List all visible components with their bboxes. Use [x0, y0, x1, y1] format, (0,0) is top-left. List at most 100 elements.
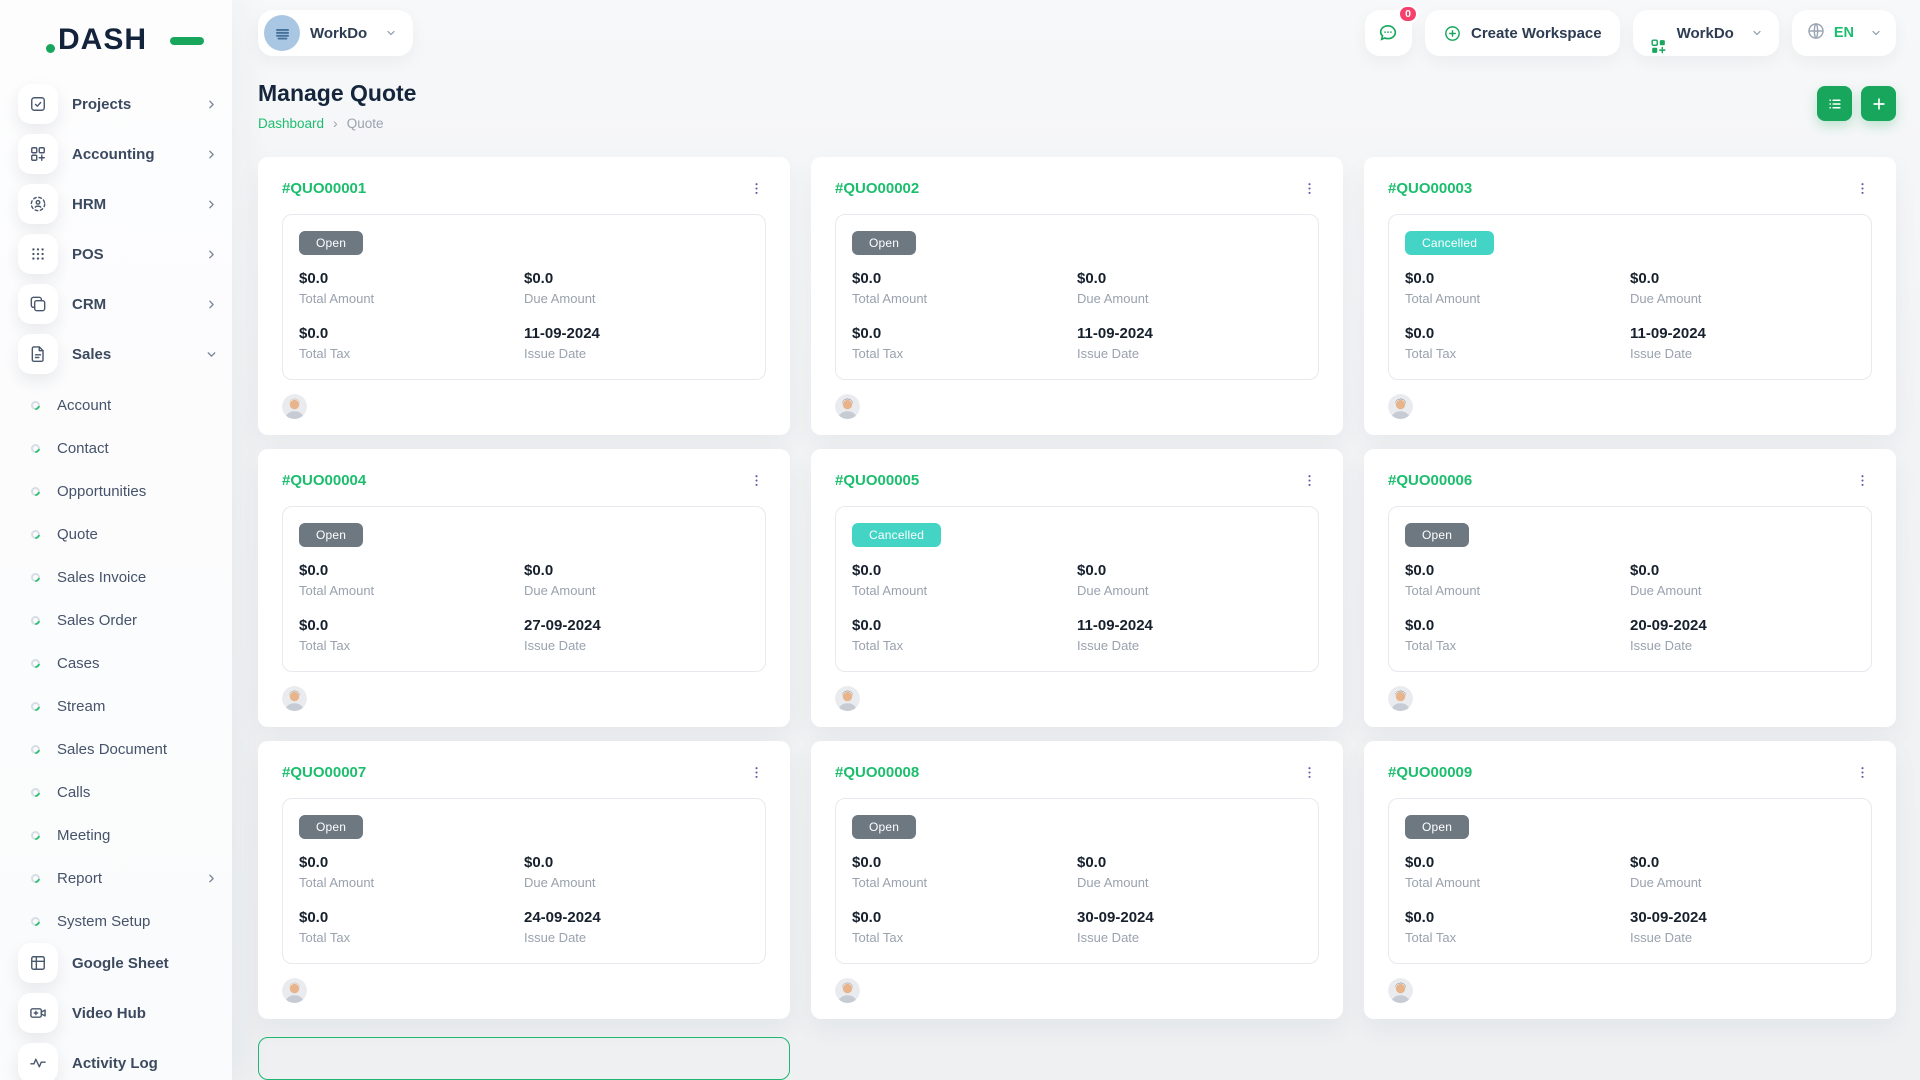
- total-tax-value: $0.0: [852, 617, 1077, 634]
- sidebar-item-meeting[interactable]: Meeting: [18, 814, 232, 857]
- quote-id-link[interactable]: #QUO00006: [1388, 472, 1472, 489]
- sidebar-item-contact[interactable]: Contact: [18, 427, 232, 470]
- quote-card: #QUO00005 Cancelled $0.0 Total Amount $0…: [811, 449, 1343, 727]
- kebab-menu-icon[interactable]: [747, 763, 766, 782]
- chevron-right-icon: [205, 98, 218, 111]
- avatar[interactable]: [282, 978, 307, 1003]
- add-quote-button[interactable]: [1861, 86, 1896, 121]
- issue-date-label: Issue Date: [1077, 930, 1302, 945]
- sidebar-item-cases[interactable]: Cases: [18, 642, 232, 685]
- due-amount-label: Due Amount: [1077, 291, 1302, 306]
- sidebar-item-sales-document[interactable]: Sales Document: [18, 728, 232, 771]
- total-tax-value: $0.0: [852, 325, 1077, 342]
- breadcrumb-separator-icon: ›: [333, 115, 338, 131]
- sidebar-item-sales-invoice[interactable]: Sales Invoice: [18, 556, 232, 599]
- total-amount-label: Total Amount: [1405, 583, 1630, 598]
- app-root: DASH Projects Accounting HRM POS CRM Sal…: [0, 0, 1920, 1080]
- bullet-icon: [29, 786, 42, 799]
- sidebar-item-label: Video Hub: [72, 1005, 146, 1022]
- avatar[interactable]: [282, 394, 307, 419]
- messages-button[interactable]: 0: [1365, 10, 1412, 56]
- due-amount-value: $0.0: [1077, 270, 1302, 287]
- crm-icon: [18, 284, 58, 324]
- list-view-button[interactable]: [1817, 86, 1852, 121]
- sales-icon: [18, 334, 58, 374]
- workspace-switcher[interactable]: WorkDo: [258, 10, 413, 56]
- total-tax-label: Total Tax: [1405, 930, 1630, 945]
- kebab-menu-icon[interactable]: [1300, 763, 1319, 782]
- avatar[interactable]: [1388, 978, 1413, 1003]
- quote-id-link[interactable]: #QUO00004: [282, 472, 366, 489]
- sidebar-item-activity-log[interactable]: Activity Log: [18, 1043, 232, 1080]
- app-switcher-label: WorkDo: [1677, 25, 1734, 42]
- status-badge: Open: [1405, 815, 1469, 839]
- quote-card: #QUO00002 Open $0.0 Total Amount $0.0 Du…: [811, 157, 1343, 435]
- sidebar-item-video-hub[interactable]: Video Hub: [18, 993, 232, 1033]
- topbar: WorkDo 0: [258, 10, 1896, 56]
- chevron-right-icon: [205, 198, 218, 211]
- avatar[interactable]: [1388, 394, 1413, 419]
- kebab-menu-icon[interactable]: [747, 471, 766, 490]
- create-workspace-button[interactable]: Create Workspace: [1425, 10, 1620, 56]
- quote-id-link[interactable]: #QUO00001: [282, 180, 366, 197]
- chat-icon: [1377, 22, 1399, 44]
- kebab-menu-icon[interactable]: [1853, 763, 1872, 782]
- sidebar-item-opportunities[interactable]: Opportunities: [18, 470, 232, 513]
- kebab-menu-icon[interactable]: [747, 179, 766, 198]
- app-switcher[interactable]: WorkDo: [1633, 10, 1779, 56]
- quote-id-link[interactable]: #QUO00003: [1388, 180, 1472, 197]
- total-tax-label: Total Tax: [299, 930, 524, 945]
- quote-id-link[interactable]: #QUO00009: [1388, 764, 1472, 781]
- language-selector[interactable]: EN: [1792, 10, 1896, 56]
- breadcrumb-dashboard-link[interactable]: Dashboard: [258, 116, 324, 131]
- sidebar-item-crm[interactable]: CRM: [18, 284, 232, 324]
- sidebar-item-report[interactable]: Report: [18, 857, 232, 900]
- bullet-icon: [29, 915, 42, 928]
- due-amount-value: $0.0: [1630, 562, 1855, 579]
- brand-logo[interactable]: DASH: [58, 18, 178, 62]
- total-amount-value: $0.0: [1405, 854, 1630, 871]
- kebab-menu-icon[interactable]: [1853, 179, 1872, 198]
- quote-id-link[interactable]: #QUO00007: [282, 764, 366, 781]
- sidebar-item-account[interactable]: Account: [18, 384, 232, 427]
- total-amount-label: Total Amount: [299, 583, 524, 598]
- avatar[interactable]: [835, 686, 860, 711]
- sidebar-item-accounting[interactable]: Accounting: [18, 134, 232, 174]
- logo-dot-icon: [46, 44, 55, 53]
- total-amount-label: Total Amount: [852, 291, 1077, 306]
- bullet-icon: [29, 872, 42, 885]
- sidebar-item-stream[interactable]: Stream: [18, 685, 232, 728]
- quote-id-link[interactable]: #QUO00008: [835, 764, 919, 781]
- quote-summary-box: Open $0.0 Total Amount $0.0 Due Amount $…: [835, 214, 1319, 380]
- avatar[interactable]: [282, 686, 307, 711]
- kebab-menu-icon[interactable]: [1853, 471, 1872, 490]
- sidebar-item-sales[interactable]: Sales: [18, 334, 232, 374]
- sidebar-item-hrm[interactable]: HRM: [18, 184, 232, 224]
- issue-date-label: Issue Date: [524, 638, 749, 653]
- bullet-icon: [29, 614, 42, 627]
- quote-id-link[interactable]: #QUO00005: [835, 472, 919, 489]
- issue-date-label: Issue Date: [524, 930, 749, 945]
- avatar[interactable]: [835, 978, 860, 1003]
- status-badge: Cancelled: [852, 523, 941, 547]
- issue-date-label: Issue Date: [524, 346, 749, 361]
- sidebar-item-sales-order[interactable]: Sales Order: [18, 599, 232, 642]
- sidebar-item-projects[interactable]: Projects: [18, 84, 232, 124]
- sidebar-subitem-label: Calls: [57, 784, 90, 801]
- issue-date-value: 30-09-2024: [1077, 909, 1302, 926]
- sidebar-item-calls[interactable]: Calls: [18, 771, 232, 814]
- quote-id-link[interactable]: #QUO00002: [835, 180, 919, 197]
- sidebar-item-google-sheet[interactable]: Google Sheet: [18, 943, 232, 983]
- avatar[interactable]: [1388, 686, 1413, 711]
- total-tax-value: $0.0: [852, 909, 1077, 926]
- total-amount-value: $0.0: [299, 854, 524, 871]
- sidebar-item-quote[interactable]: Quote: [18, 513, 232, 556]
- total-tax-value: $0.0: [299, 325, 524, 342]
- quote-summary-box: Open $0.0 Total Amount $0.0 Due Amount $…: [1388, 798, 1872, 964]
- sidebar-item-pos[interactable]: POS: [18, 234, 232, 274]
- messages-count-badge: 0: [1398, 5, 1418, 23]
- sidebar-item-system-setup[interactable]: System Setup: [18, 900, 232, 943]
- kebab-menu-icon[interactable]: [1300, 471, 1319, 490]
- kebab-menu-icon[interactable]: [1300, 179, 1319, 198]
- avatar[interactable]: [835, 394, 860, 419]
